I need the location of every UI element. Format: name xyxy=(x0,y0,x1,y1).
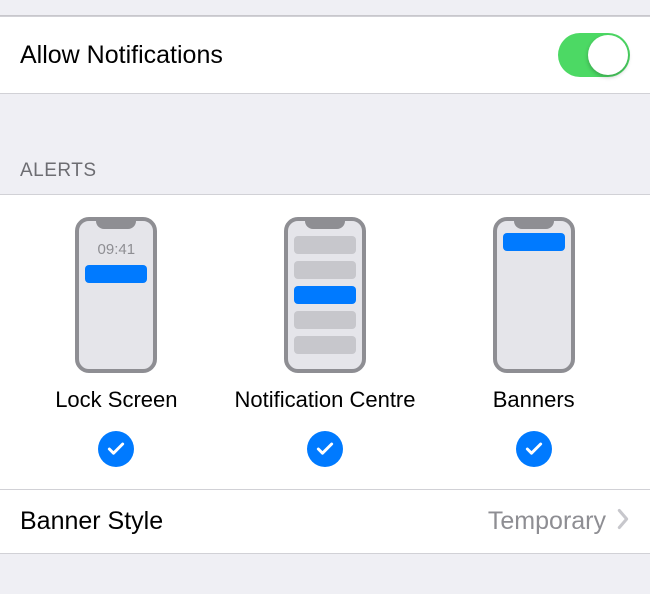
alerts-selector: 09:41 Lock Screen Notification Centre xyxy=(0,195,650,490)
checkmark-icon xyxy=(98,431,134,467)
allow-notifications-toggle[interactable] xyxy=(558,33,630,77)
alert-label: Notification Centre xyxy=(235,387,416,413)
alert-option-banners[interactable]: Banners xyxy=(429,217,638,467)
alerts-section-header: ALERTS xyxy=(0,150,650,195)
lock-screen-phone-icon: 09:41 xyxy=(75,217,157,373)
banner-style-row[interactable]: Banner Style Temporary xyxy=(0,490,650,554)
alert-label: Lock Screen xyxy=(55,387,177,413)
alert-label: Banners xyxy=(493,387,575,413)
alert-option-notification-centre[interactable]: Notification Centre xyxy=(221,217,430,467)
lock-screen-time: 09:41 xyxy=(79,241,153,258)
checkmark-icon xyxy=(307,431,343,467)
allow-notifications-row: Allow Notifications xyxy=(0,16,650,94)
banner-style-label: Banner Style xyxy=(20,507,163,536)
banner-style-value: Temporary xyxy=(488,507,606,536)
banners-phone-icon xyxy=(493,217,575,373)
alert-option-lock-screen[interactable]: 09:41 Lock Screen xyxy=(12,217,221,467)
allow-notifications-label: Allow Notifications xyxy=(20,41,223,70)
checkmark-icon xyxy=(516,431,552,467)
chevron-right-icon xyxy=(616,508,630,535)
notification-centre-phone-icon xyxy=(284,217,366,373)
